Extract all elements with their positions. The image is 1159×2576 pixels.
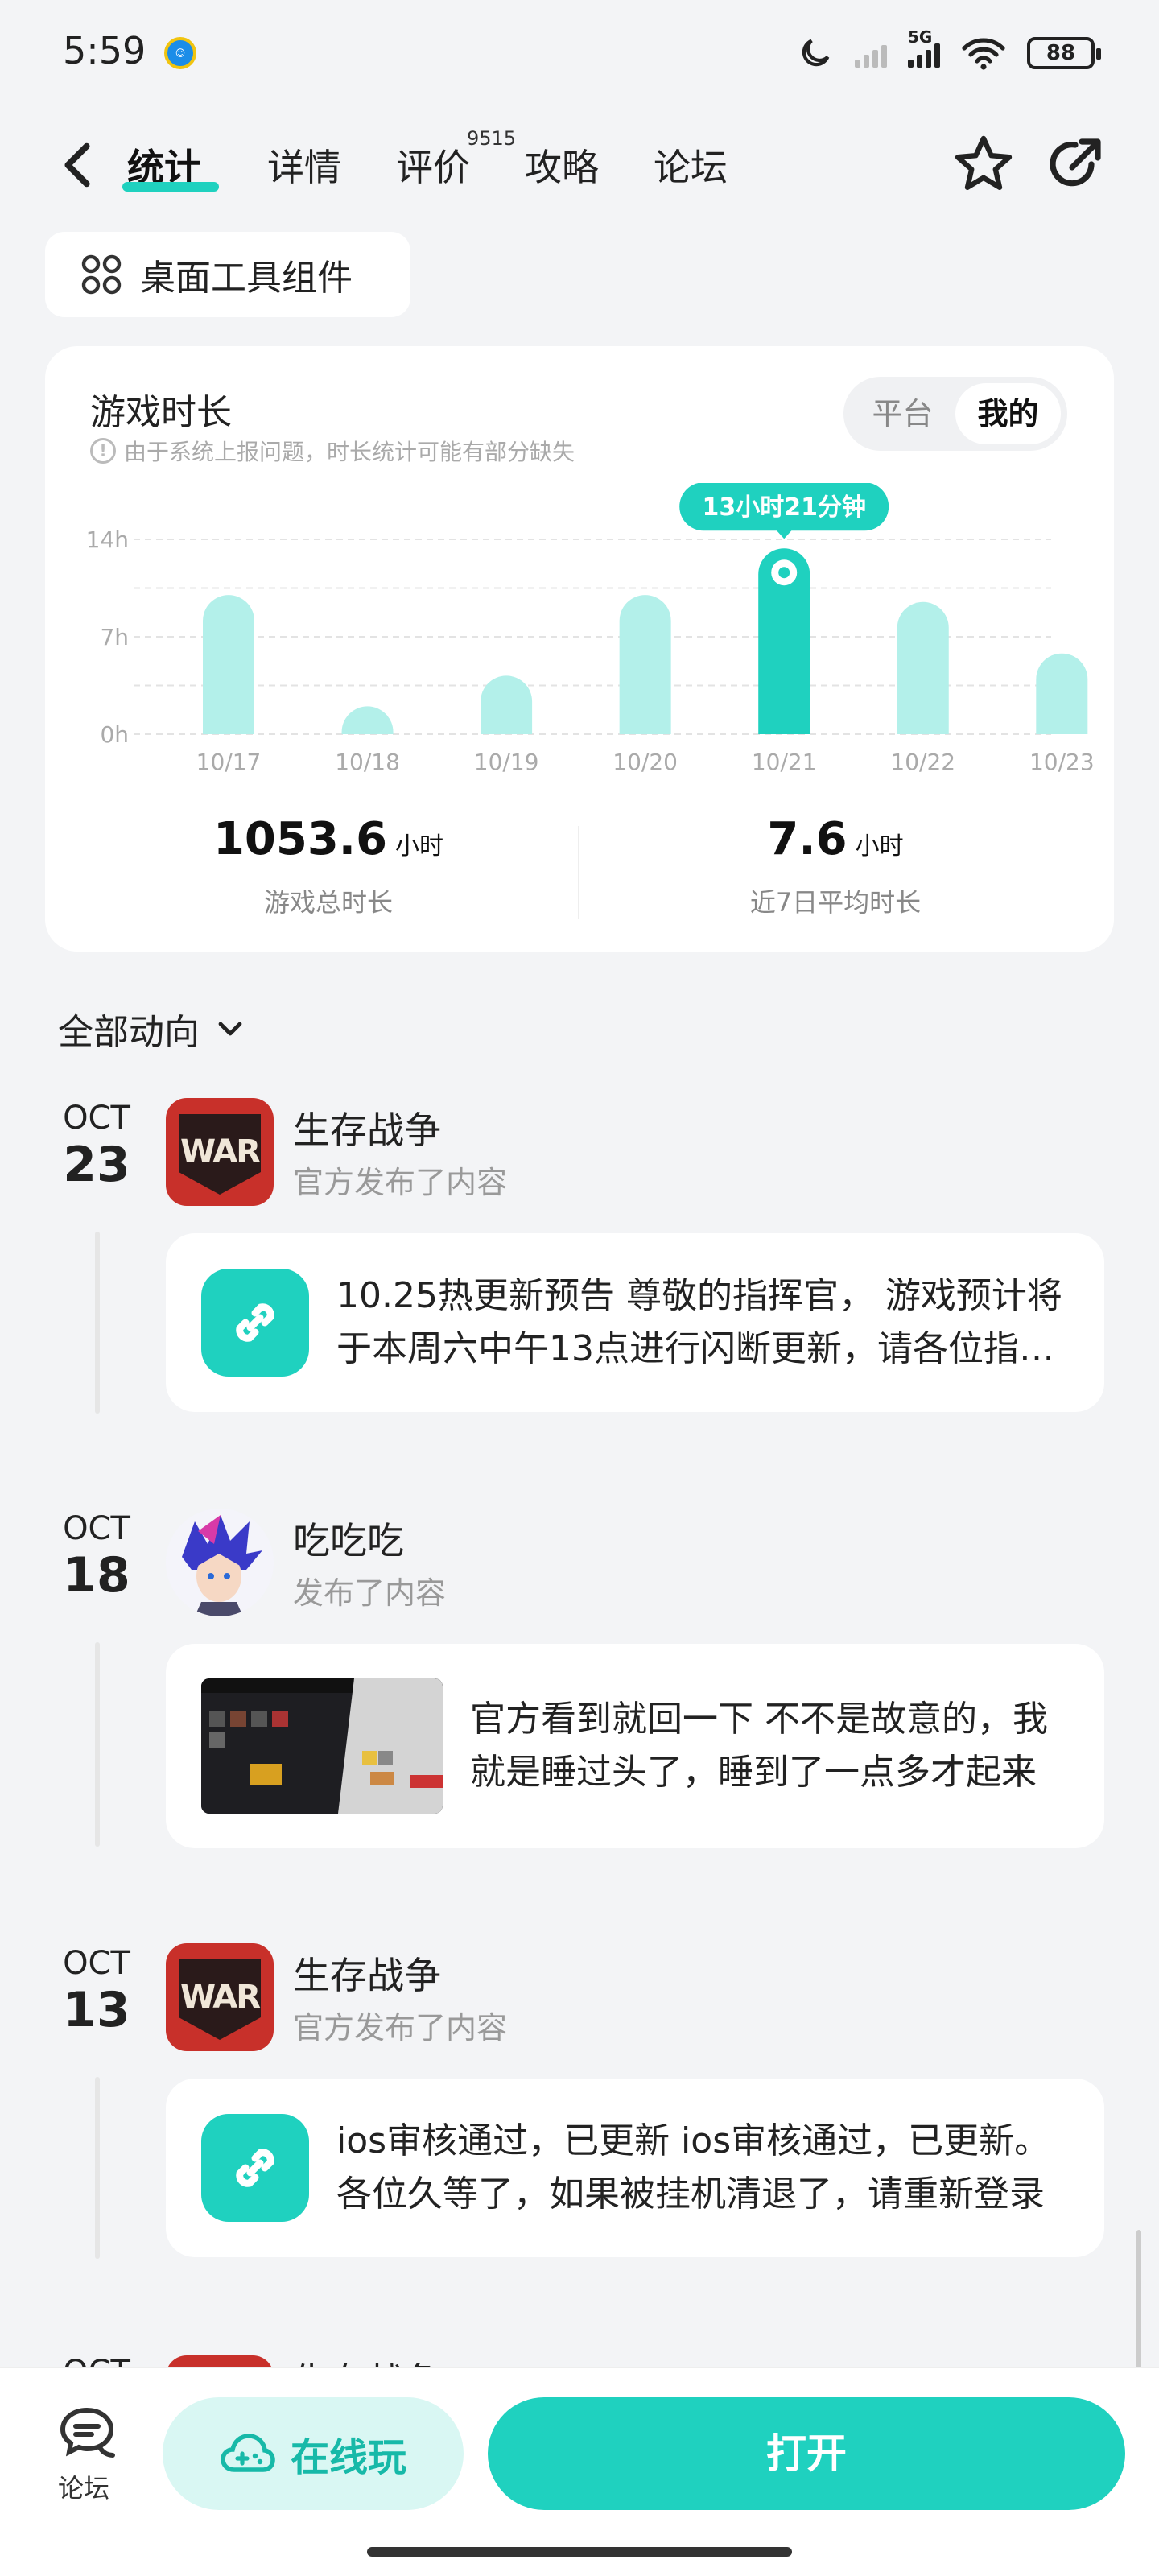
star-icon[interactable] bbox=[951, 132, 1016, 196]
feed-date-day: 18 bbox=[63, 1547, 130, 1604]
feed-date-month: OCT bbox=[63, 1510, 130, 1547]
stats-divider bbox=[578, 826, 580, 919]
status-time: 5:59 bbox=[63, 29, 146, 72]
total-playtime: 1053.6 小时 bbox=[161, 813, 496, 865]
desktop-widget-button[interactable]: 桌面工具组件 bbox=[45, 232, 410, 317]
chart-highlight-marker-dot bbox=[778, 567, 790, 579]
timeline-line bbox=[95, 2077, 100, 2259]
source-toggle[interactable]: 平台 我的 bbox=[843, 377, 1067, 451]
playtime-chart: 14h 7h 0h 10/17 10/18 10/19 10/20 10/21 13小时21分钟… bbox=[86, 483, 1095, 775]
segment-platform[interactable]: 平台 bbox=[850, 383, 955, 444]
total-playtime-unit: 小时 bbox=[395, 832, 444, 861]
link-icon bbox=[201, 1269, 309, 1377]
tab-reviews[interactable]: 评价 bbox=[396, 138, 470, 192]
chevron-down-icon bbox=[218, 1022, 242, 1036]
signal-1-icon bbox=[855, 39, 887, 68]
avg-playtime-unit: 小时 bbox=[855, 832, 904, 861]
playtime-title: 游戏时长 bbox=[90, 392, 232, 433]
feed-post-text: ios审核通过，已更新 ios审核通过，已更新。各位久等了，如果被挂机清退了，请… bbox=[336, 2120, 1050, 2215]
signal-5g-icon: 5G bbox=[908, 27, 940, 68]
total-playtime-label: 游戏总时长 bbox=[263, 887, 393, 918]
chart-tooltip-pointer bbox=[776, 530, 793, 539]
widget-grid-icon bbox=[81, 254, 122, 295]
post-thumbnail bbox=[201, 1678, 443, 1814]
chart-x-tick: 10/17 bbox=[196, 749, 262, 775]
feed-post-card[interactable]: 10.25热更新预告 尊敬的指挥官， 游戏预计将于本周六中午13点进行闪断更新，… bbox=[166, 1233, 1104, 1412]
timeline-line bbox=[95, 1232, 100, 1414]
chart-bar bbox=[1036, 653, 1088, 734]
feed-post-card[interactable]: ios审核通过，已更新 ios审核通过，已更新。各位久等了，如果被挂机清退了，请… bbox=[166, 2079, 1104, 2257]
status-icons: 5G 88 bbox=[797, 27, 1101, 77]
tab-active-indicator bbox=[122, 182, 219, 192]
play-online-button[interactable]: 在线玩 bbox=[163, 2397, 464, 2510]
game-logo-text: WAR bbox=[180, 1979, 260, 2016]
tab-forum[interactable]: 论坛 bbox=[654, 138, 728, 192]
feed-action: 官方发布了内容 bbox=[293, 1165, 508, 1200]
chart-x-tick: 10/20 bbox=[612, 749, 678, 775]
chart-y-tick: 14h bbox=[86, 526, 129, 553]
feed-author[interactable]: 生存战争 bbox=[293, 1946, 441, 2000]
feed-author[interactable]: 生存战争 bbox=[293, 1101, 441, 1154]
feed-author[interactable]: 吃吃吃 bbox=[293, 1512, 404, 1565]
chart-y-tick: 0h bbox=[100, 721, 129, 748]
wifi-icon bbox=[962, 38, 1005, 70]
playtime-note: ! 由于系统上报问题，时长统计可能有部分缺失 bbox=[90, 435, 575, 467]
home-indicator[interactable] bbox=[367, 2547, 792, 2557]
play-online-label: 在线玩 bbox=[290, 2435, 406, 2480]
chart-y-tick: 7h bbox=[100, 624, 129, 650]
feed-date-month: OCT bbox=[63, 1100, 130, 1137]
feed-date-day: 13 bbox=[63, 1982, 130, 2038]
chart-bar bbox=[203, 595, 254, 734]
total-playtime-value: 1053.6 bbox=[212, 813, 388, 865]
playtime-note-text: 由于系统上报问题，时长统计可能有部分缺失 bbox=[124, 439, 575, 465]
cloud-gamepad-icon bbox=[221, 2434, 275, 2472]
chart-x-tick: 10/19 bbox=[474, 749, 539, 775]
back-icon[interactable] bbox=[55, 137, 100, 193]
chart-tooltip-text: 13小时21分钟 bbox=[702, 493, 866, 522]
tab-guides[interactable]: 攻略 bbox=[525, 138, 599, 192]
share-icon[interactable] bbox=[1043, 132, 1107, 196]
feed-date-month: OCT bbox=[63, 1945, 130, 1982]
chart-bar bbox=[619, 595, 671, 734]
chart-bar bbox=[341, 706, 394, 734]
link-icon bbox=[201, 2114, 309, 2222]
battery-icon: 88 bbox=[1027, 37, 1101, 69]
chart-bar bbox=[481, 675, 533, 734]
feed-action: 发布了内容 bbox=[293, 1575, 447, 1611]
tab-details[interactable]: 详情 bbox=[267, 138, 341, 192]
chart-x-tick: 10/23 bbox=[1029, 749, 1095, 775]
game-logo-text: WAR bbox=[180, 1133, 260, 1170]
feed-filter-dropdown[interactable]: 全部动向 bbox=[58, 1003, 246, 1055]
timeline-line bbox=[95, 1642, 100, 1847]
game-avatar[interactable]: WAR bbox=[166, 1098, 274, 1206]
avg-playtime-label: 近7日平均时长 bbox=[749, 887, 922, 918]
avg-playtime-value: 7.6 bbox=[767, 813, 848, 865]
review-count: 9515 bbox=[467, 127, 517, 150]
moon-icon bbox=[802, 39, 830, 67]
open-game-button[interactable]: 打开 bbox=[488, 2397, 1125, 2510]
feed-post-card[interactable]: 官方看到就回一下 不不是故意的，我就是睡过头了，睡到了一点多才起来 bbox=[166, 1644, 1104, 1848]
feed-post-text: 官方看到就回一下 不不是故意的，我就是睡过头了，睡到了一点多才起来 bbox=[470, 1699, 1048, 1793]
forum-chat-icon[interactable] bbox=[58, 2405, 118, 2462]
app-notification-icon: ☺ bbox=[164, 37, 196, 69]
feed-filter-label: 全部动向 bbox=[58, 1012, 200, 1053]
avg-playtime: 7.6 小时 bbox=[668, 813, 1003, 865]
feed-post-text: 10.25热更新预告 尊敬的指挥官， 游戏预计将于本周六中午13点进行闪断更新，… bbox=[336, 1275, 1062, 1369]
segment-mine[interactable]: 我的 bbox=[955, 383, 1061, 444]
chart-x-tick: 10/22 bbox=[890, 749, 955, 775]
chart-bar bbox=[897, 601, 949, 734]
feed-date-day: 23 bbox=[63, 1137, 130, 1193]
chart-x-tick: 10/21 bbox=[752, 749, 817, 775]
desktop-widget-label: 桌面工具组件 bbox=[140, 258, 353, 299]
game-avatar[interactable]: WAR bbox=[166, 1943, 274, 2051]
feed-action: 官方发布了内容 bbox=[293, 2010, 508, 2046]
forum-label[interactable]: 论坛 bbox=[58, 2468, 109, 2505]
info-icon: ! bbox=[90, 438, 116, 464]
chart-x-tick: 10/18 bbox=[335, 749, 400, 775]
user-avatar[interactable] bbox=[166, 1509, 274, 1616]
